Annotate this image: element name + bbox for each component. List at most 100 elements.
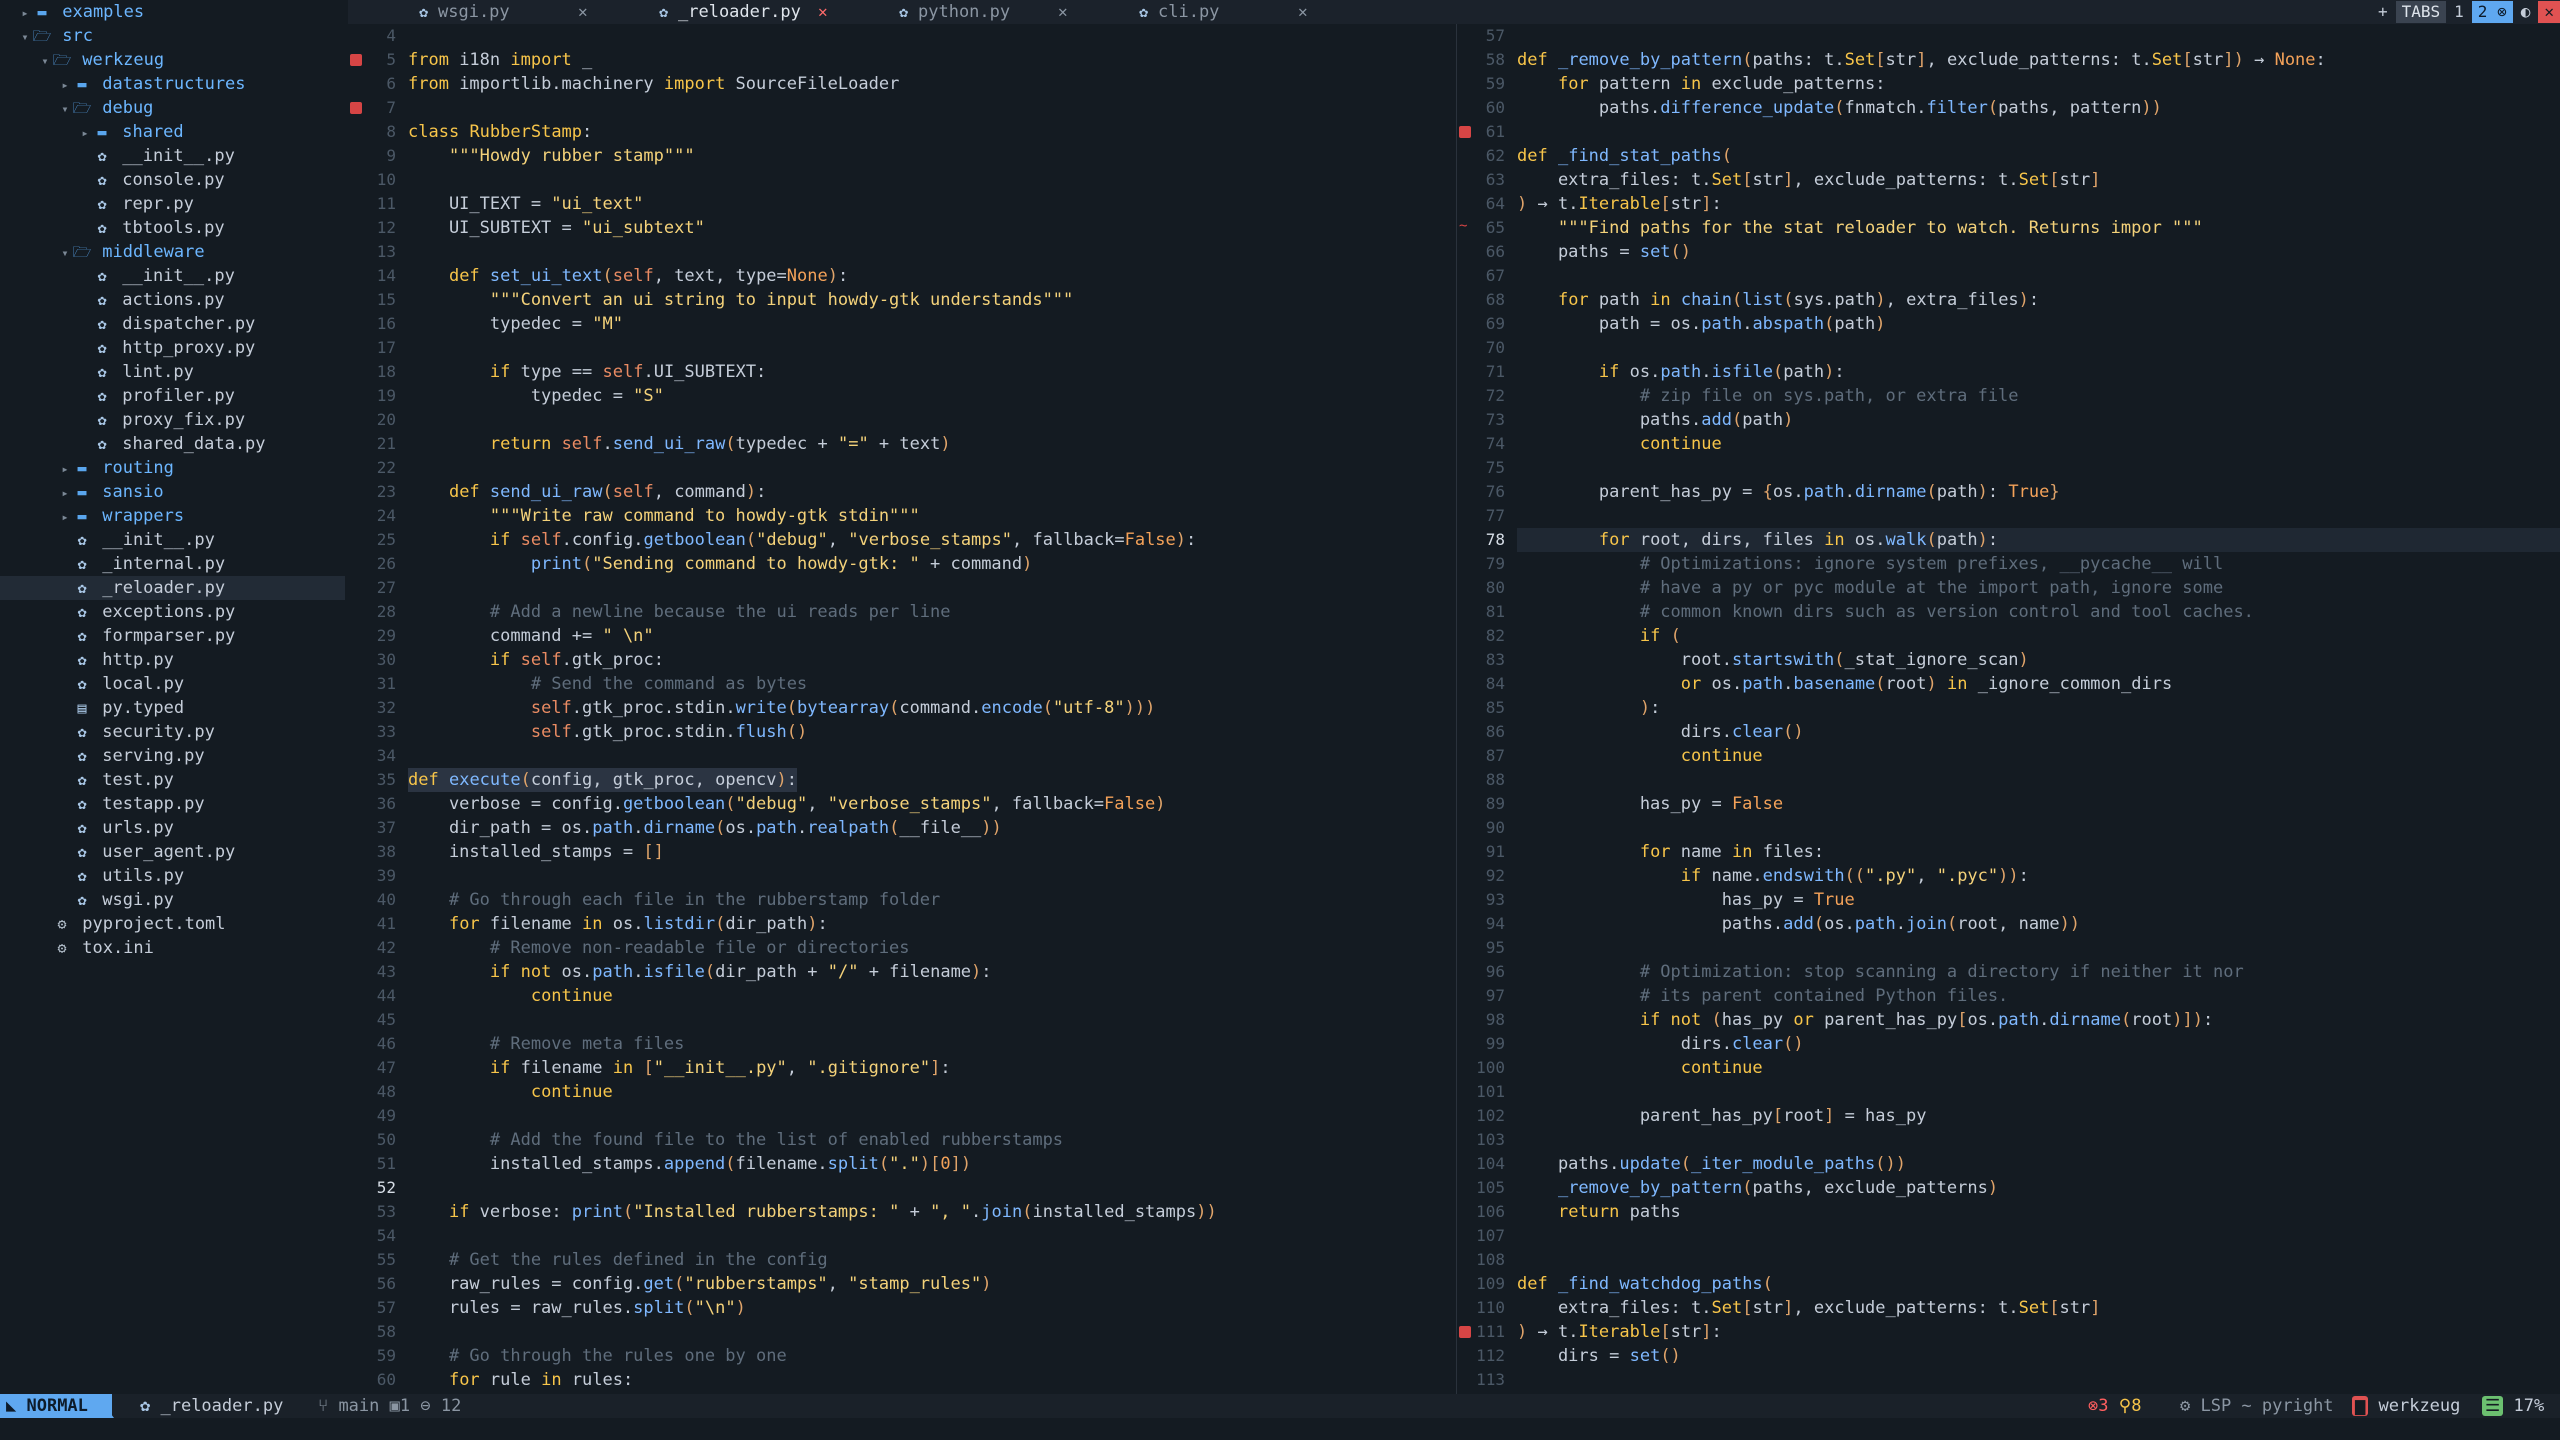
- tree-file[interactable]: ⚙ pyproject.toml: [0, 912, 345, 936]
- code-line[interactable]: if not os.path.isfile(dir_path + "/" + f…: [408, 960, 992, 984]
- code-line[interactable]: def _remove_by_pattern(paths: t.Set[str]…: [1517, 48, 2326, 72]
- code-line[interactable]: typedec = "S": [408, 384, 664, 408]
- code-line[interactable]: continue: [1517, 1056, 1763, 1080]
- error-sign-icon[interactable]: [350, 54, 362, 66]
- code-line[interactable]: # Optimizations: ignore system prefixes,…: [1517, 552, 2223, 576]
- code-line[interactable]: if os.path.isfile(path):: [1517, 360, 1845, 384]
- code-line[interactable]: if self.gtk_proc:: [408, 648, 664, 672]
- code-line[interactable]: # Get the rules defined in the config: [408, 1248, 828, 1272]
- close-icon[interactable]: ✕: [818, 0, 828, 24]
- code-line[interactable]: if filename in ["__init__.py", ".gitigno…: [408, 1056, 951, 1080]
- tree-file[interactable]: ✿ dispatcher.py: [0, 312, 345, 336]
- tree-folder[interactable]: ▾ 🗁 middleware: [0, 240, 345, 264]
- tab-cli-py[interactable]: ✿ cli.py: [1138, 0, 1219, 24]
- code-line[interactable]: or os.path.basename(root) in _ignore_com…: [1517, 672, 2172, 696]
- code-line[interactable]: if verbose: print("Installed rubberstamp…: [408, 1200, 1217, 1224]
- code-line[interactable]: print("Sending command to howdy-gtk: " +…: [408, 552, 1033, 576]
- tree-folder[interactable]: ▾ 🗁 werkzeug: [0, 48, 345, 72]
- code-line[interactable]: def execute(config, gtk_proc, opencv):: [408, 768, 798, 792]
- code-line[interactable]: from importlib.machinery import SourceFi…: [408, 72, 899, 96]
- code-line[interactable]: # Send the command as bytes: [408, 672, 807, 696]
- chevron-right-icon[interactable]: ▸: [18, 1, 32, 25]
- code-line[interactable]: extra_files: t.Set[str], exclude_pattern…: [1517, 1296, 2101, 1320]
- tree-folder[interactable]: ▾ 🗁 debug: [0, 96, 345, 120]
- code-line[interactable]: """Find paths for the stat reloader to w…: [1517, 216, 2203, 240]
- code-line[interactable]: ) → t.Iterable[str]:: [1517, 192, 1722, 216]
- code-line[interactable]: parent_has_py = {os.path.dirname(path): …: [1517, 480, 2060, 504]
- code-line[interactable]: # zip file on sys.path, or extra file: [1517, 384, 2019, 408]
- tree-folder[interactable]: ▾ 🗁 src: [0, 24, 345, 48]
- code-line[interactable]: installed_stamps = []: [408, 840, 664, 864]
- code-line[interactable]: typedec = "M": [408, 312, 623, 336]
- command-line[interactable]: [0, 1418, 2560, 1440]
- close-all-button[interactable]: ✕: [2538, 1, 2560, 23]
- code-line[interactable]: ):: [1517, 696, 1661, 720]
- code-line[interactable]: class RubberStamp:: [408, 120, 592, 144]
- code-line[interactable]: self.gtk_proc.stdin.write(bytearray(comm…: [408, 696, 1155, 720]
- code-line[interactable]: dirs.clear(): [1517, 1032, 1804, 1056]
- code-line[interactable]: return paths: [1517, 1200, 1681, 1224]
- code-line[interactable]: dir_path = os.path.dirname(os.path.realp…: [408, 816, 1002, 840]
- tree-file[interactable]: ✿ testapp.py: [0, 792, 345, 816]
- code-line[interactable]: has_py = False: [1517, 792, 1783, 816]
- code-line[interactable]: paths.add(os.path.join(root, name)): [1517, 912, 2080, 936]
- code-line[interactable]: # Optimization: stop scanning a director…: [1517, 960, 2244, 984]
- chevron-right-icon[interactable]: ▸: [58, 481, 72, 505]
- tree-file[interactable]: ✿ security.py: [0, 720, 345, 744]
- tree-file[interactable]: ✿ profiler.py: [0, 384, 345, 408]
- code-line[interactable]: from i18n import _: [408, 48, 592, 72]
- code-line[interactable]: _remove_by_pattern(paths, exclude_patter…: [1517, 1176, 1998, 1200]
- code-line[interactable]: ) → t.Iterable[str]:: [1517, 1320, 1722, 1344]
- code-line[interactable]: installed_stamps.append(filename.split("…: [408, 1152, 971, 1176]
- code-line[interactable]: UI_SUBTEXT = "ui_subtext": [408, 216, 705, 240]
- new-tab-button[interactable]: +: [2372, 1, 2394, 23]
- code-line[interactable]: dirs.clear(): [1517, 720, 1804, 744]
- tree-file[interactable]: ✿ formparser.py: [0, 624, 345, 648]
- tree-folder[interactable]: ▸ ▬ wrappers: [0, 504, 345, 528]
- tree-file[interactable]: ✿ repr.py: [0, 192, 345, 216]
- close-icon[interactable]: ✕: [1058, 0, 1068, 24]
- theme-toggle-icon[interactable]: ◐: [2515, 1, 2537, 23]
- tree-file[interactable]: ✿ http.py: [0, 648, 345, 672]
- editor-pane-left[interactable]: 4 5 6 7 8 9 10 11 12 13 14 15 16 17 18 19 20 21 22 23 24 25 26…: [348, 24, 1454, 1394]
- chevron-right-icon[interactable]: ▸: [58, 73, 72, 97]
- tree-file[interactable]: ✿ http_proxy.py: [0, 336, 345, 360]
- code-line[interactable]: verbose = config.getboolean("debug", "ve…: [408, 792, 1166, 816]
- tab-number-1[interactable]: 1: [2448, 1, 2470, 23]
- chevron-down-icon[interactable]: ▾: [58, 241, 72, 265]
- code-line[interactable]: if not (has_py or parent_has_py[os.path.…: [1517, 1008, 2213, 1032]
- code-line[interactable]: def send_ui_raw(self, command):: [408, 480, 766, 504]
- code-line[interactable]: for filename in os.listdir(dir_path):: [408, 912, 828, 936]
- code-line[interactable]: UI_TEXT = "ui_text": [408, 192, 643, 216]
- code-line[interactable]: continue: [408, 984, 613, 1008]
- error-sign-icon[interactable]: [350, 102, 362, 114]
- code-line[interactable]: root.startswith(_stat_ignore_scan): [1517, 648, 2029, 672]
- error-sign-icon[interactable]: [1459, 126, 1471, 138]
- chevron-down-icon[interactable]: ▾: [58, 97, 72, 121]
- code-line[interactable]: # common known dirs such as version cont…: [1517, 600, 2254, 624]
- tree-file[interactable]: ✿ local.py: [0, 672, 345, 696]
- code-line[interactable]: for path in chain(list(sys.path), extra_…: [1517, 288, 2039, 312]
- tab-reloader-py[interactable]: ✿ _reloader.py: [658, 0, 801, 24]
- chevron-down-icon[interactable]: ▾: [18, 25, 32, 49]
- code-line[interactable]: path = os.path.abspath(path): [1517, 312, 1886, 336]
- code-line[interactable]: continue: [1517, 744, 1763, 768]
- code-line[interactable]: def _find_watchdog_paths(: [1517, 1272, 1773, 1296]
- tree-file[interactable]: ✿ test.py: [0, 768, 345, 792]
- code-line[interactable]: for name in files:: [1517, 840, 1824, 864]
- tree-file[interactable]: ✿ _internal.py: [0, 552, 345, 576]
- code-line[interactable]: paths.difference_update(fnmatch.filter(p…: [1517, 96, 2162, 120]
- code-line[interactable]: def set_ui_text(self, text, type=None):: [408, 264, 848, 288]
- code-line[interactable]: def _find_stat_paths(: [1517, 144, 1732, 168]
- tree-folder[interactable]: ▸ ▬ examples: [0, 0, 345, 24]
- tree-folder[interactable]: ▸ ▬ datastructures: [0, 72, 345, 96]
- tree-file[interactable]: ✿ lint.py: [0, 360, 345, 384]
- tree-file[interactable]: ✿ tbtools.py: [0, 216, 345, 240]
- code-line[interactable]: if name.endswith((".py", ".pyc")):: [1517, 864, 2029, 888]
- close-icon[interactable]: ✕: [578, 0, 588, 24]
- diagnostics[interactable]: ⊗3 ⚲8: [2088, 1394, 2141, 1418]
- tree-file[interactable]: ✿ wsgi.py: [0, 888, 345, 912]
- editor-pane-right[interactable]: 57 58 59 60 61 62 63 64 65 66 67 68 69 70 71 72 73 74 75 76…: [1456, 24, 2560, 1394]
- code-line[interactable]: extra_files: t.Set[str], exclude_pattern…: [1517, 168, 2101, 192]
- tree-folder[interactable]: ▸ ▬ sansio: [0, 480, 345, 504]
